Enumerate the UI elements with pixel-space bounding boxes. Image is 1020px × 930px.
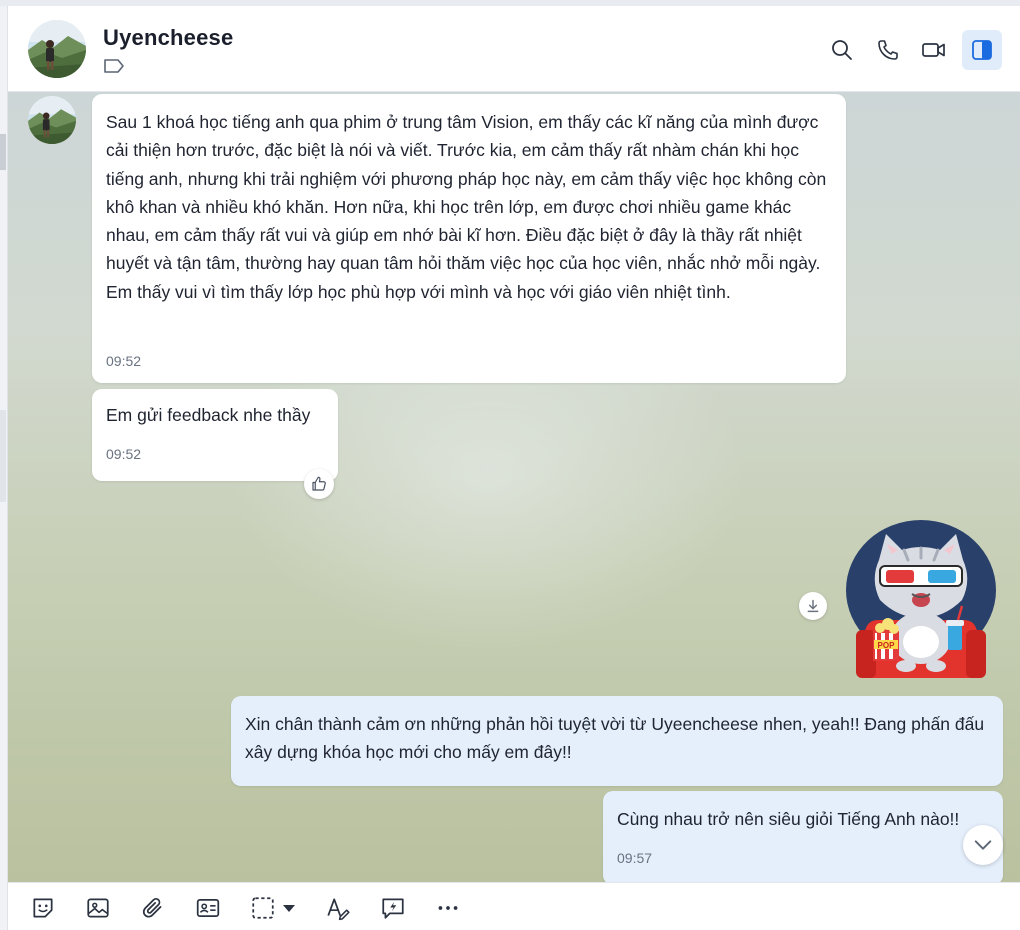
voice-call-button[interactable] [870, 32, 906, 68]
outgoing-message[interactable]: Cùng nhau trở nên siêu giỏi Tiếng Anh nà… [603, 791, 1003, 882]
search-icon [830, 38, 854, 62]
sticker-icon [30, 895, 56, 921]
quick-message-button[interactable] [378, 893, 408, 923]
toggle-info-panel-button[interactable] [962, 30, 1002, 70]
incoming-message[interactable]: Em gửi feedback nhe thầy 09:52 [92, 389, 338, 481]
list-edge-marker [0, 410, 6, 502]
label-tag-icon[interactable] [103, 58, 125, 74]
contact-card-icon [195, 895, 221, 921]
attach-file-button[interactable] [138, 893, 168, 923]
screenshot-icon [250, 895, 276, 921]
incoming-message[interactable]: Sau 1 khoá học tiếng anh qua phim ở trun… [92, 94, 846, 383]
search-button[interactable] [824, 32, 860, 68]
dropdown-arrow-icon [282, 903, 296, 913]
contact-avatar[interactable] [28, 20, 86, 78]
text-format-button[interactable] [323, 893, 353, 923]
conversation-list-edge [0, 6, 8, 930]
send-contact-card-button[interactable] [193, 893, 223, 923]
message-time: 09:57 [617, 850, 653, 866]
message-text: Em gửi feedback nhe thầy [106, 405, 311, 425]
composer-toolbar [8, 882, 1020, 930]
screenshot-button[interactable] [248, 893, 278, 923]
outgoing-message[interactable]: Xin chân thành cảm ơn những phản hồi tuy… [231, 696, 1003, 786]
message-time: 09:52 [106, 446, 142, 462]
chat-header: Uyencheese [8, 6, 1020, 92]
download-sticker-button[interactable] [799, 592, 827, 620]
message-text: Cùng nhau trở nên siêu giỏi Tiếng Anh nà… [617, 809, 960, 829]
message-text: Xin chân thành cảm ơn những phản hồi tuy… [245, 714, 985, 763]
send-image-button[interactable] [83, 893, 113, 923]
message-text: Sau 1 khoá học tiếng anh qua phim ở trun… [106, 112, 827, 302]
image-icon [85, 895, 111, 921]
more-icon [435, 895, 461, 921]
thumbs-up-icon [310, 475, 328, 493]
sidebar-toggle-icon [970, 38, 994, 62]
screenshot-options-dropdown[interactable] [280, 893, 298, 923]
quick-message-icon [380, 895, 406, 921]
text-format-icon [325, 895, 351, 921]
contact-name[interactable]: Uyencheese [103, 25, 233, 51]
message-list[interactable]: Sau 1 khoá học tiếng anh qua phim ở trun… [8, 92, 1020, 882]
more-options-button[interactable] [433, 893, 463, 923]
chat-window: Uyencheese Sau 1 khoá học tiếng anh qua … [0, 0, 1020, 930]
header-actions [824, 30, 1002, 70]
react-button[interactable] [304, 469, 334, 499]
sticker-button[interactable] [28, 893, 58, 923]
list-edge-marker [0, 134, 6, 170]
video-icon [921, 38, 947, 62]
attachment-icon [140, 895, 166, 921]
chevron-down-icon [972, 834, 994, 856]
cat-with-3d-glasses-popcorn-sticker[interactable]: POP [844, 520, 998, 680]
video-call-button[interactable] [916, 32, 952, 68]
message-time: 09:52 [106, 353, 142, 369]
sender-avatar[interactable] [28, 96, 76, 144]
phone-icon [876, 38, 900, 62]
sticker-label: POP [878, 641, 896, 650]
scroll-to-bottom-button[interactable] [963, 825, 1003, 865]
download-icon [805, 598, 821, 614]
